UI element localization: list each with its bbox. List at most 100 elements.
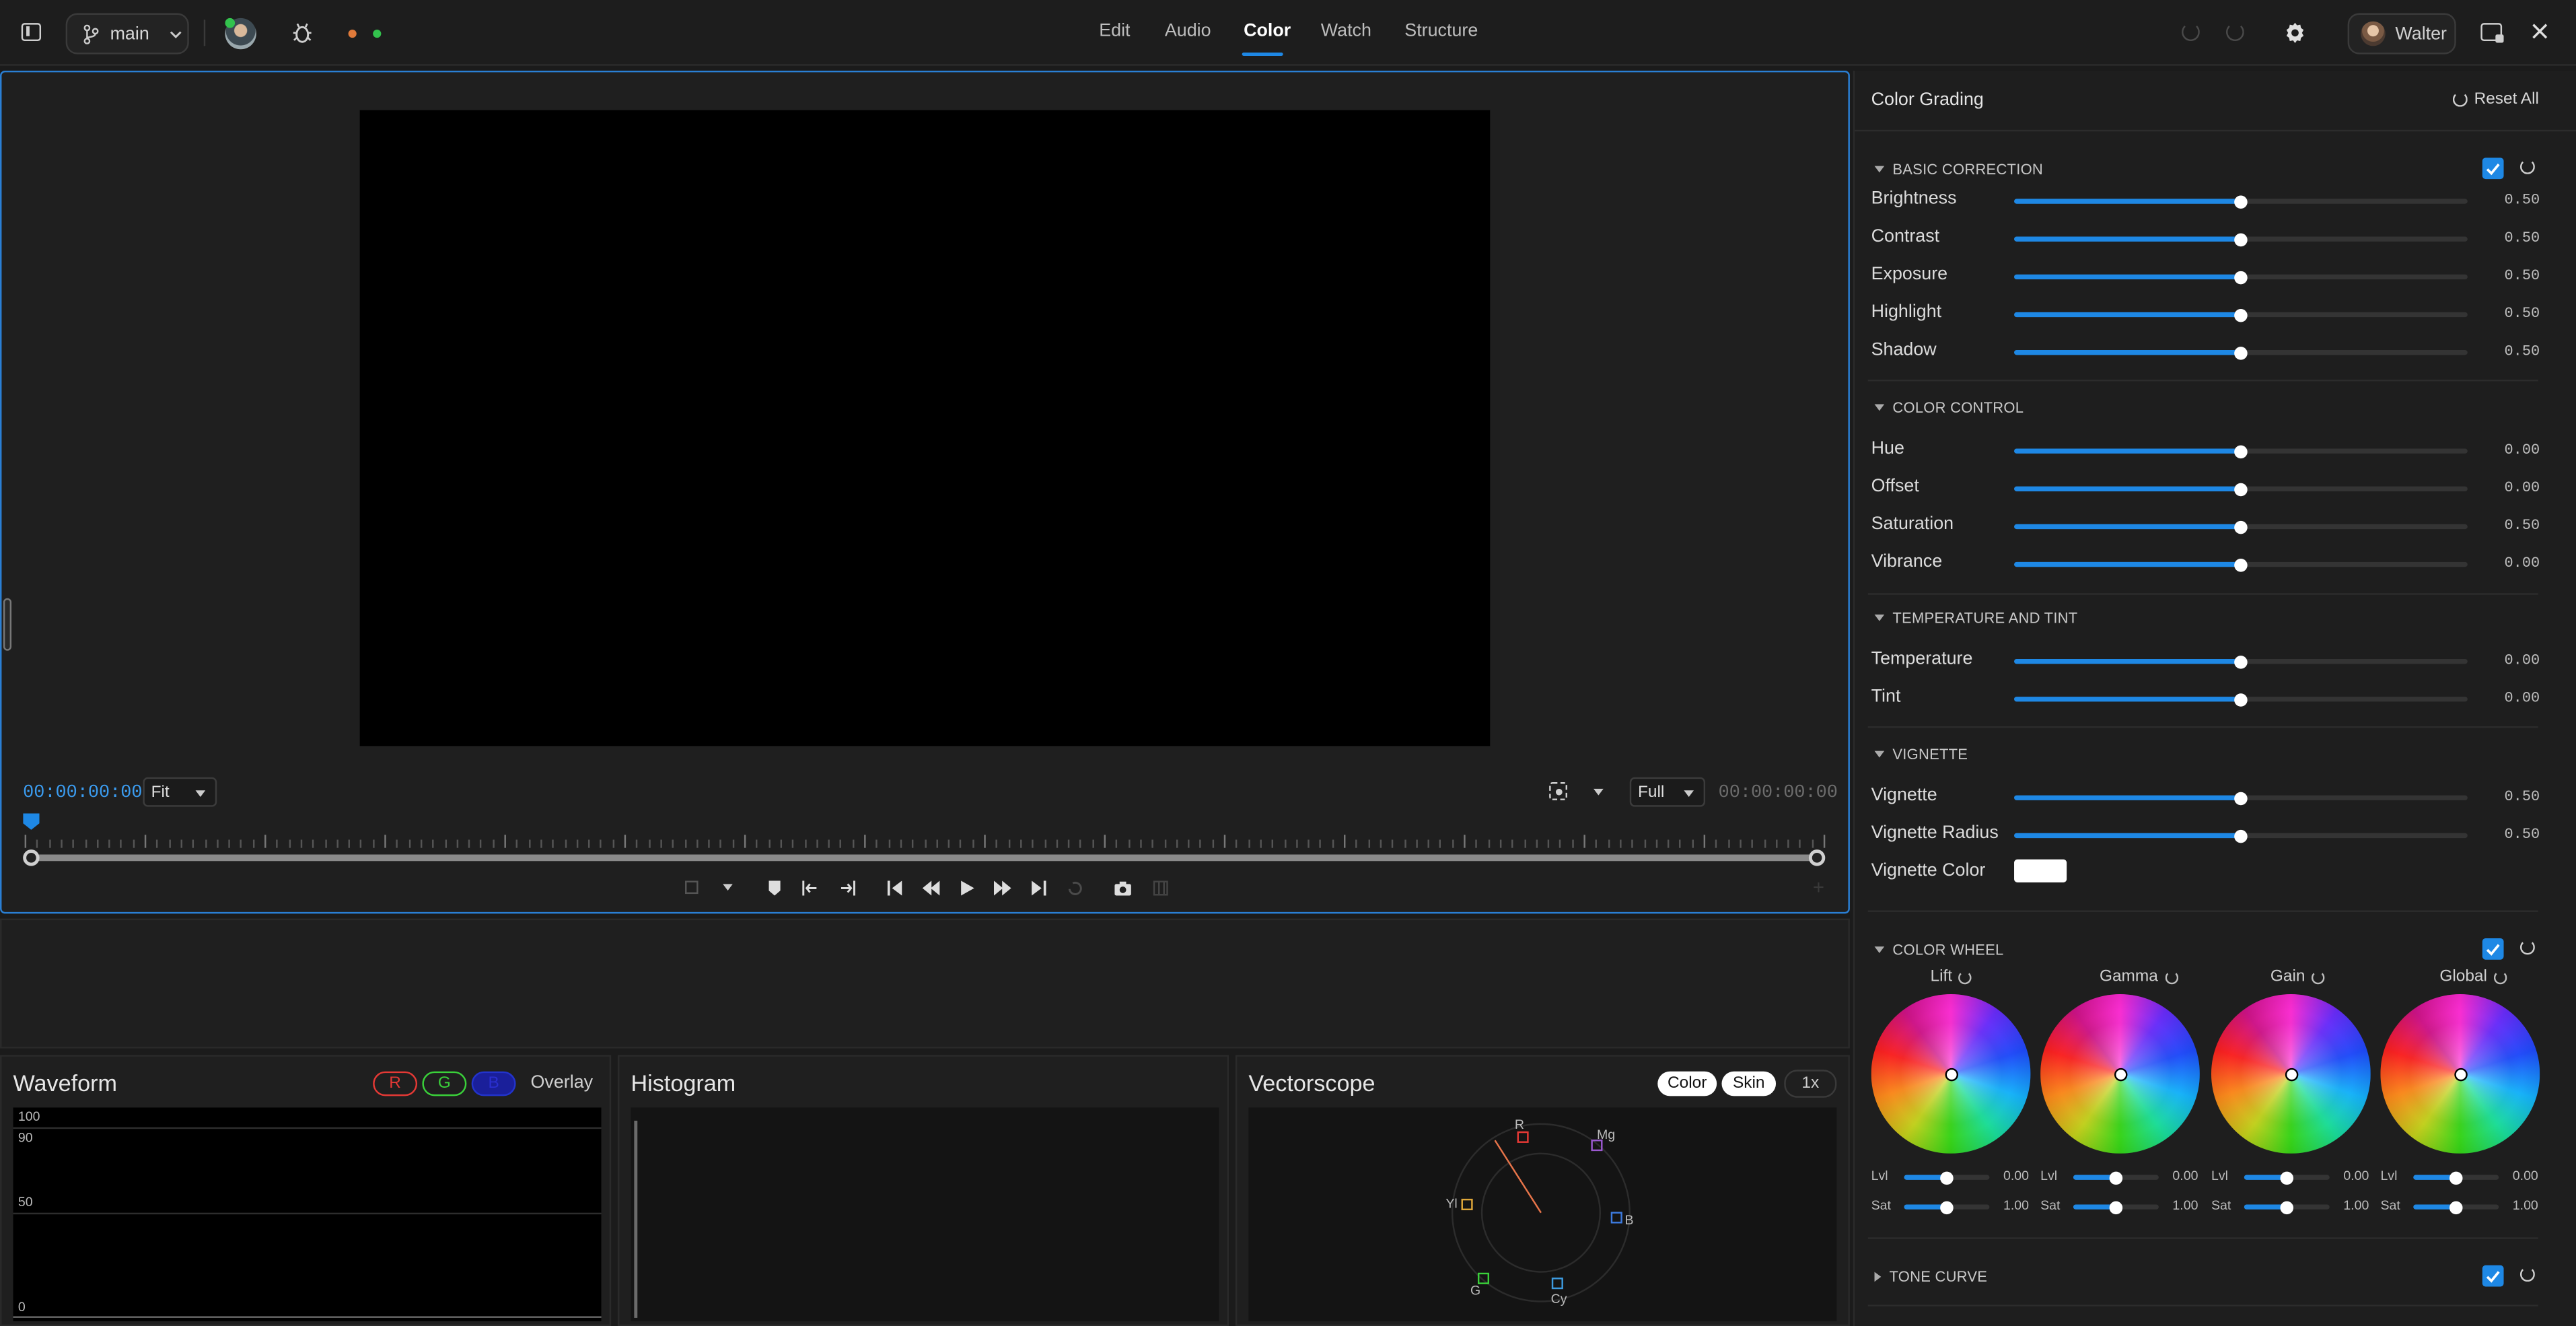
slider-label: Tint	[1871, 687, 1901, 707]
enable-checkbox[interactable]	[2482, 1265, 2504, 1287]
bug-icon[interactable]	[293, 22, 312, 44]
slider-thumb[interactable]	[2234, 693, 2248, 706]
chevron-down-icon[interactable]	[1594, 788, 1604, 796]
enable-checkbox[interactable]	[2482, 158, 2504, 180]
ruler-tick	[192, 839, 194, 848]
reset-section-icon[interactable]	[2519, 1267, 2535, 1282]
ruler-tick	[1668, 839, 1670, 848]
gear-icon[interactable]	[2283, 22, 2306, 44]
slider-thumb[interactable]	[2234, 520, 2248, 534]
tab-color[interactable]: Color	[1244, 22, 1291, 41]
slider-thumb[interactable]	[2234, 654, 2248, 668]
camera-icon[interactable]	[1110, 876, 1133, 899]
quality-select-value: Full	[1637, 783, 1665, 802]
slider-label: Offset	[1871, 476, 1919, 497]
sidebar-toggle-icon[interactable]	[21, 23, 42, 42]
close-icon[interactable]	[2530, 22, 2550, 41]
section-header-vignette[interactable]: VIGNETTE	[1874, 746, 1968, 763]
slider-thumb[interactable]	[2234, 195, 2248, 208]
undo-icon[interactable]	[2182, 23, 2200, 42]
wheel-lvl-thumb[interactable]	[2109, 1171, 2123, 1184]
reset-section-icon[interactable]	[2519, 940, 2535, 955]
section-header-color_control[interactable]: COLOR CONTROL	[1874, 399, 2024, 416]
reset-wheel-icon[interactable]	[2312, 970, 2325, 984]
section-header-tone_curve[interactable]: TONE CURVE	[1874, 1269, 1988, 1285]
waveform-display: 100 90 50 0	[13, 1107, 602, 1321]
ruler-tick	[456, 839, 458, 848]
wheel-lvl-thumb[interactable]	[1940, 1171, 1954, 1184]
reset-section-icon[interactable]	[2519, 159, 2535, 174]
reset-wheel-icon[interactable]	[2164, 970, 2178, 984]
wheel-sat-thumb[interactable]	[1940, 1200, 1954, 1214]
ruler-tick	[1308, 839, 1310, 848]
slider-thumb[interactable]	[2234, 232, 2248, 246]
green-channel-toggle[interactable]: G	[422, 1071, 467, 1096]
overlay-toggle[interactable]: Overlay	[531, 1073, 594, 1092]
slider-thumb[interactable]	[2234, 557, 2248, 571]
reset-wheel-icon[interactable]	[2493, 970, 2507, 984]
fit-select[interactable]: Fit	[143, 777, 217, 807]
chevron-down-icon[interactable]	[716, 876, 739, 899]
ruler-tick	[1559, 839, 1562, 848]
focus-icon[interactable]	[1549, 782, 1567, 800]
slider-thumb[interactable]	[2234, 829, 2248, 843]
wheel-sat-thumb[interactable]	[2109, 1200, 2123, 1214]
blue-channel-toggle[interactable]: B	[471, 1071, 516, 1096]
vignette-color-swatch[interactable]	[2014, 859, 2067, 882]
next-frame-icon[interactable]	[1027, 876, 1050, 899]
resize-handle[interactable]	[3, 598, 12, 651]
vectorscope-graticule	[1451, 1123, 1631, 1302]
enable-checkbox[interactable]	[2482, 938, 2504, 960]
wheel-lvl-thumb[interactable]	[2449, 1171, 2463, 1184]
tab-watch[interactable]: Watch	[1321, 22, 1371, 41]
reset-wheel-icon[interactable]	[1958, 970, 1972, 984]
playhead-marker[interactable]	[23, 813, 40, 830]
slider-thumb[interactable]	[2234, 270, 2248, 284]
slider-thumb[interactable]	[2234, 444, 2248, 458]
timeline-track[interactable]	[31, 854, 1819, 862]
wheel-lvl-label: Lvl	[1871, 1168, 1888, 1183]
marker-icon[interactable]	[762, 876, 785, 899]
rewind-icon[interactable]	[919, 876, 941, 899]
tab-audio[interactable]: Audio	[1165, 22, 1211, 41]
tab-structure[interactable]: Structure	[1404, 22, 1478, 41]
slider-thumb[interactable]	[2234, 345, 2248, 359]
range-start-handle[interactable]	[23, 849, 40, 866]
color-mode-button[interactable]: Color	[1657, 1071, 1717, 1096]
skin-mode-button[interactable]: Skin	[1721, 1071, 1777, 1096]
wheel-lvl-thumb[interactable]	[2280, 1171, 2294, 1184]
wheel-sat-thumb[interactable]	[2280, 1200, 2294, 1214]
red-channel-toggle[interactable]: R	[373, 1071, 418, 1096]
jump-out-icon[interactable]	[834, 876, 857, 899]
jump-in-icon[interactable]	[798, 876, 821, 899]
section-header-basic[interactable]: BASIC CORRECTION	[1874, 161, 2044, 178]
wheel-sat-thumb[interactable]	[2449, 1200, 2463, 1214]
slider-thumb[interactable]	[2234, 308, 2248, 322]
slider-fill	[2014, 833, 2241, 839]
video-canvas[interactable]	[359, 110, 1491, 746]
slider-thumb[interactable]	[2234, 791, 2248, 805]
previous-frame-icon[interactable]	[882, 876, 905, 899]
vectorscope-display: R Mg B Cy G Yl	[1248, 1107, 1837, 1321]
ruler-tick	[216, 839, 219, 848]
ruler-tick	[1116, 839, 1118, 848]
range-end-handle[interactable]	[1808, 849, 1826, 866]
slider-thumb[interactable]	[2234, 482, 2248, 496]
cast-icon[interactable]	[2480, 23, 2504, 43]
grid-icon[interactable]	[1148, 876, 1171, 899]
fast-forward-icon[interactable]	[991, 876, 1013, 899]
play-icon[interactable]	[954, 876, 977, 899]
crop-icon[interactable]	[680, 876, 703, 899]
tab-edit[interactable]: Edit	[1099, 22, 1130, 41]
add-icon[interactable]: +	[1807, 876, 1830, 899]
quality-select[interactable]: Full	[1629, 777, 1706, 807]
loop-icon[interactable]	[1063, 876, 1086, 899]
user-menu[interactable]: Walter	[2347, 13, 2456, 55]
timeline-ruler[interactable]	[24, 831, 1826, 851]
section-header-temp[interactable]: TEMPERATURE AND TINT	[1874, 610, 2078, 626]
branch-selector[interactable]: main	[65, 13, 189, 55]
redo-icon[interactable]	[2225, 23, 2244, 42]
reset-all-button[interactable]: Reset All	[2452, 90, 2539, 108]
zoom-select[interactable]: 1x	[1784, 1070, 1837, 1098]
section-header-wheel[interactable]: COLOR WHEEL	[1874, 942, 2004, 958]
